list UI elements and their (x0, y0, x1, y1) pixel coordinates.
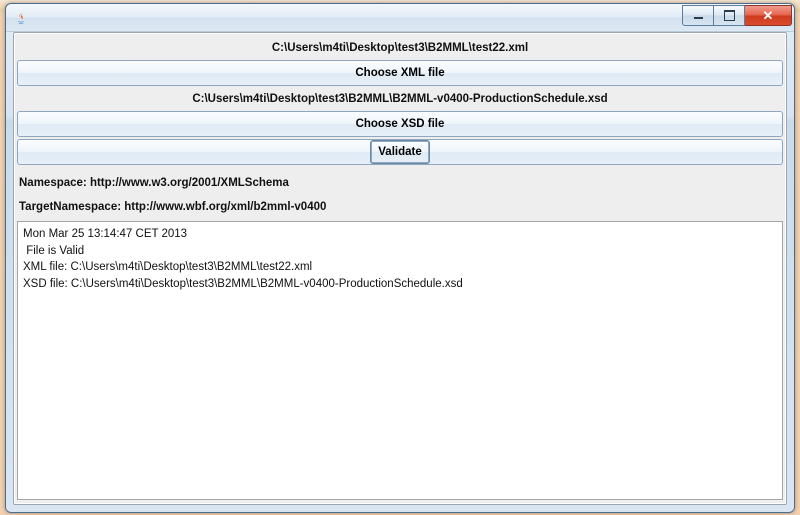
java-icon (13, 10, 29, 26)
maximize-button[interactable] (714, 5, 745, 26)
close-button[interactable]: ✕ (745, 5, 792, 26)
window-controls: ✕ (682, 5, 792, 25)
target-namespace-label: TargetNamespace: http://www.wbf.org/xml/… (17, 193, 783, 217)
content-pane: C:\Users\m4ti\Desktop\test3\B2MML\test22… (13, 32, 787, 505)
choose-xml-button[interactable]: Choose XML file (17, 60, 783, 86)
output-textarea[interactable]: Mon Mar 25 13:14:47 CET 2013 File is Val… (17, 221, 783, 500)
close-icon: ✕ (763, 9, 774, 22)
namespace-label: Namespace: http://www.w3.org/2001/XMLSch… (17, 169, 783, 193)
xml-path-label: C:\Users\m4ti\Desktop\test3\B2MML\test22… (17, 37, 783, 60)
maximize-icon (724, 10, 735, 21)
validate-row: Validate (17, 139, 783, 165)
minimize-icon (694, 17, 703, 19)
xsd-path-label: C:\Users\m4ti\Desktop\test3\B2MML\B2MML-… (17, 88, 783, 111)
validate-button[interactable]: Validate (371, 141, 428, 163)
minimize-button[interactable] (682, 5, 714, 26)
titlebar[interactable]: ✕ (6, 4, 794, 32)
app-window: ✕ C:\Users\m4ti\Desktop\test3\B2MML\test… (5, 3, 795, 513)
choose-xsd-button[interactable]: Choose XSD file (17, 111, 783, 137)
